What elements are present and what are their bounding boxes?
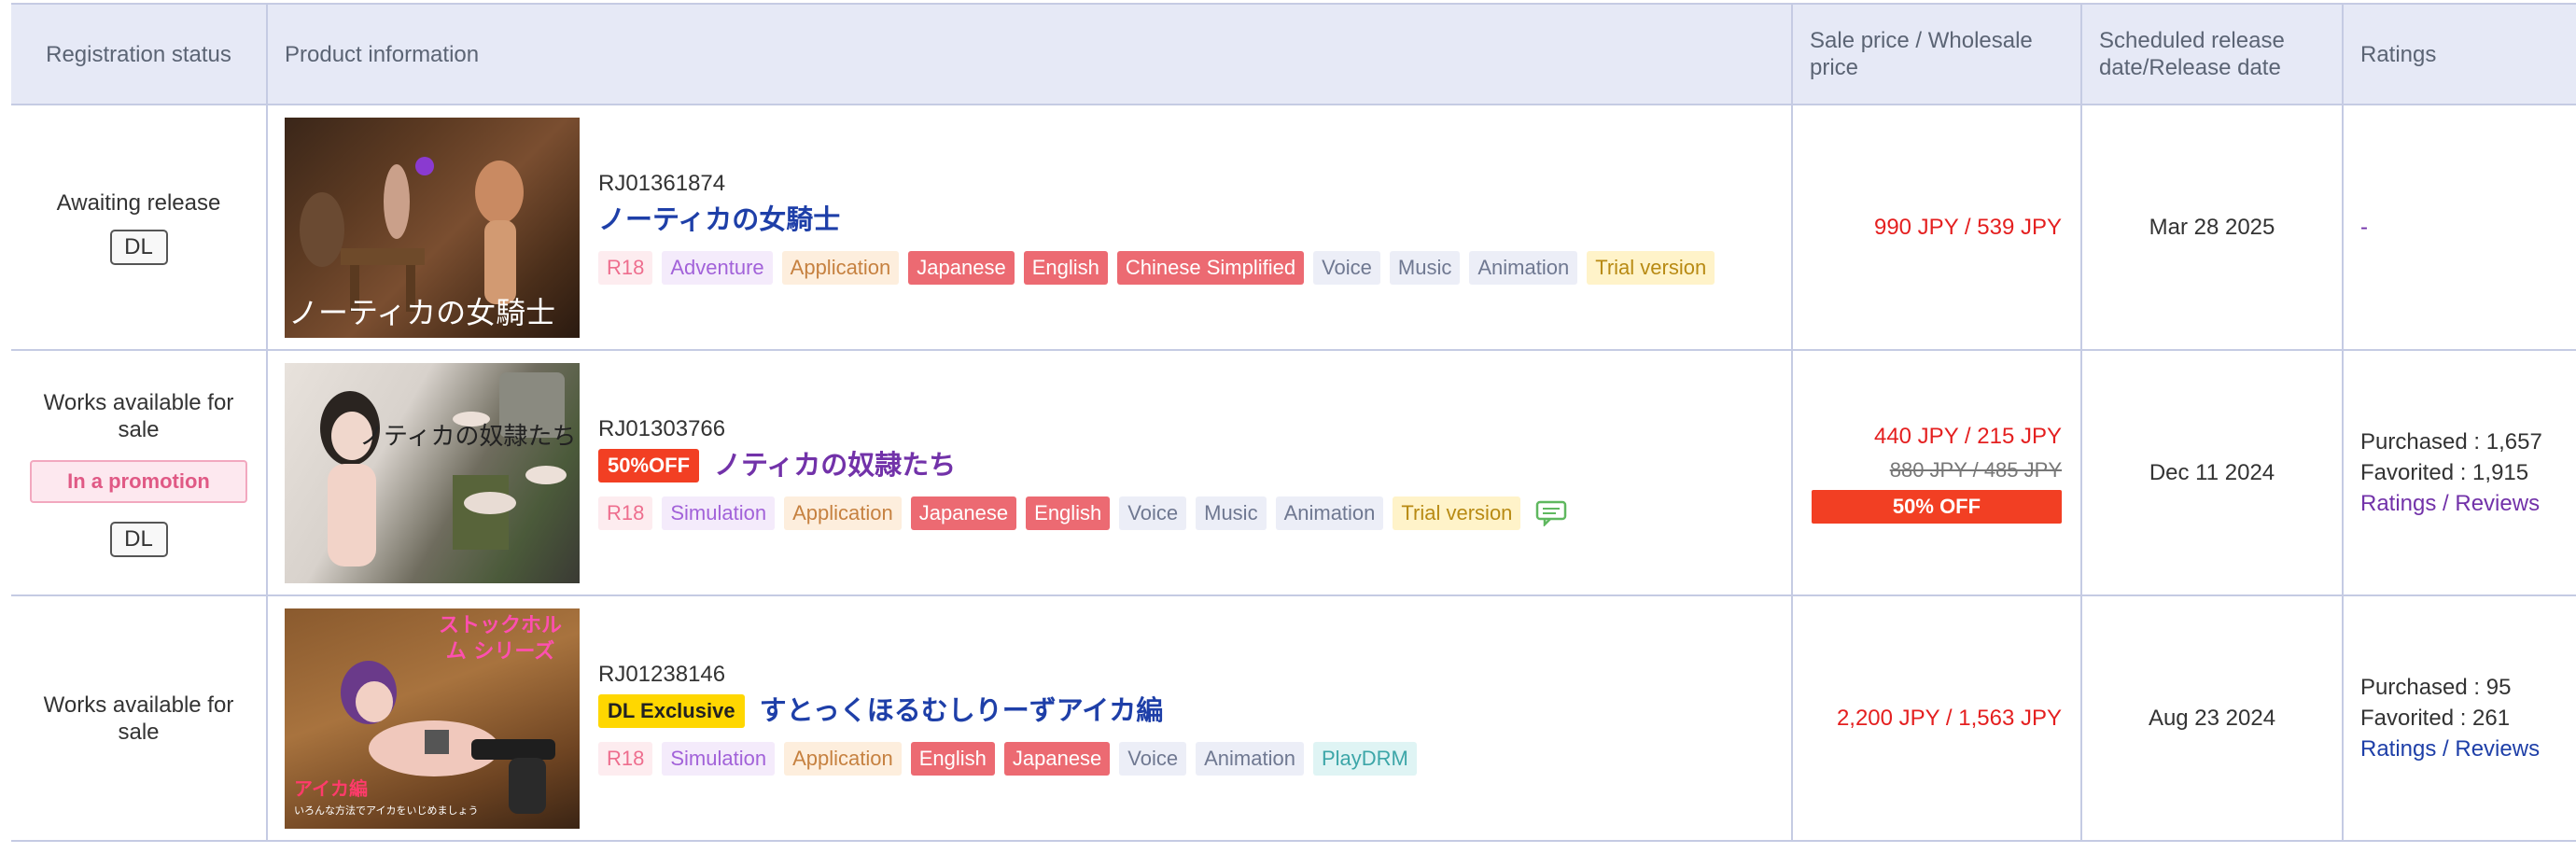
tag-genre[interactable]: Adventure [662, 250, 773, 285]
tag-language-japanese[interactable]: Japanese [1003, 741, 1111, 776]
table-row: Works available for sale ストックホルム シリーズ アイ… [11, 594, 2576, 842]
sale-price: 990 JPY / 539 JPY [1873, 214, 2062, 240]
col-header-ratings: Ratings [2342, 3, 2576, 105]
work-id: RJ01303766 [598, 415, 726, 441]
original-price: 880 JPY / 485 JPY [1889, 457, 2062, 482]
tag-application[interactable]: Application [784, 496, 902, 530]
price-cell: 990 JPY / 539 JPY [1791, 104, 2082, 351]
price-cell: 2,200 JPY / 1,563 JPY [1791, 594, 2082, 842]
thumbnail-subtitle-text: アイカ編 [294, 776, 368, 800]
tag-voice[interactable]: Voice [1119, 741, 1187, 776]
work-id: RJ01361874 [598, 170, 726, 196]
chat-icon[interactable] [1535, 500, 1567, 526]
tag-trial-version[interactable]: Trial version [1587, 250, 1715, 285]
header-row: Registration status Product information … [11, 3, 2576, 105]
col-header-date: Scheduled release date/Release date [2080, 3, 2344, 105]
table-row: Works available for sale In a promotion … [11, 349, 2576, 596]
tag-voice[interactable]: Voice [1313, 250, 1380, 285]
tag-voice[interactable]: Voice [1119, 496, 1187, 530]
tag-list: R18 Adventure Application Japanese Engli… [598, 250, 1724, 285]
tag-animation[interactable]: Animation [1469, 250, 1578, 285]
thumbnail-art [320, 371, 567, 566]
ratings-empty: - [2360, 214, 2368, 240]
product-title-link[interactable]: ノティカの奴隷たち [714, 448, 956, 483]
tag-language-japanese[interactable]: Japanese [910, 496, 1017, 530]
discount-badge: 50%OFF [598, 448, 700, 482]
status-text: Awaiting release [56, 190, 221, 216]
product-cell: ノーティカの女騎士 RJ01361874 ノーティカの女騎士 R18 Adven… [266, 104, 1793, 351]
tag-language-english[interactable]: English [1023, 250, 1108, 285]
tag-language-english[interactable]: English [1026, 496, 1111, 530]
product-title-link[interactable]: すとっくほるむしりーずアイカ編 [760, 693, 1164, 729]
tag-genre[interactable]: Simulation [662, 741, 776, 776]
release-date: Aug 23 2024 [2080, 594, 2344, 842]
tag-animation[interactable]: Animation [1275, 496, 1384, 530]
release-date: Dec 11 2024 [2080, 349, 2344, 596]
tag-genre[interactable]: Simulation [662, 496, 776, 530]
sale-price: 2,200 JPY / 1,563 JPY [1836, 705, 2062, 731]
favorited-count: Favorited : 1,915 [2360, 460, 2529, 485]
tag-language-english[interactable]: English [910, 741, 995, 776]
purchased-count: Purchased : 95 [2360, 675, 2512, 700]
tag-animation[interactable]: Animation [1196, 741, 1304, 776]
dl-badge: DL [109, 521, 168, 557]
release-date: Mar 28 2025 [2080, 104, 2344, 351]
ratings-reviews-link[interactable]: Ratings / Reviews [2360, 734, 2559, 764]
tag-language-japanese[interactable]: Japanese [908, 250, 1015, 285]
promotion-badge: In a promotion [30, 459, 247, 503]
product-thumbnail[interactable]: ストックホルム シリーズ アイカ編 いろんな方法でアイカをいじめましょう [285, 608, 580, 829]
tag-application[interactable]: Application [781, 250, 900, 285]
product-cell: ノティカの奴隷たち RJ01303766 50%OFF ノティカの奴隷たち R1… [266, 349, 1793, 596]
tag-r18[interactable]: R18 [598, 250, 653, 285]
status-cell: Works available for sale [11, 594, 268, 842]
tag-application[interactable]: Application [784, 741, 902, 776]
favorited-count: Favorited : 261 [2360, 706, 2511, 731]
purchased-count: Purchased : 1,657 [2360, 429, 2542, 454]
col-header-product: Product information [266, 3, 1793, 105]
thumbnail-title-text: ノーティカの女騎士 [288, 294, 556, 330]
col-header-price: Sale price / Wholesale price [1791, 3, 2082, 105]
ratings-reviews-link[interactable]: Ratings / Reviews [2360, 488, 2559, 519]
sale-price: 440 JPY / 215 JPY [1873, 423, 2062, 449]
status-cell: Awaiting release DL [11, 104, 268, 351]
product-thumbnail[interactable]: ノティカの奴隷たち [285, 362, 580, 583]
tag-list: R18 Simulation Application Japanese Engl… [598, 496, 1567, 530]
tag-r18[interactable]: R18 [598, 496, 653, 530]
product-cell: ストックホルム シリーズ アイカ編 いろんな方法でアイカをいじめましょう RJ0… [266, 594, 1793, 842]
work-id: RJ01238146 [598, 661, 726, 687]
thumbnail-caption-text: いろんな方法でアイカをいじめましょう [294, 804, 479, 817]
tag-language-chinese[interactable]: Chinese Simplified [1116, 250, 1305, 285]
works-table: Registration status Product information … [11, 3, 2576, 842]
product-thumbnail[interactable]: ノーティカの女騎士 [285, 117, 580, 338]
status-text: Works available for sale [43, 692, 234, 745]
tag-playdrm[interactable]: PlayDRM [1312, 741, 1417, 776]
exclusive-badge: DL Exclusive [598, 693, 745, 728]
col-header-status: Registration status [11, 3, 268, 105]
tag-r18[interactable]: R18 [598, 741, 653, 776]
tag-trial-version[interactable]: Trial version [1393, 496, 1521, 530]
tag-music[interactable]: Music [1196, 496, 1267, 530]
discount-bar: 50% OFF [1812, 489, 2062, 524]
table-row: Awaiting release DL ノーティカの女騎士 RJ01361874… [11, 104, 2576, 351]
status-cell: Works available for sale In a promotion … [11, 349, 268, 596]
ratings-cell: - [2342, 104, 2576, 351]
thumbnail-title-text: ストックホルム シリーズ [438, 612, 562, 664]
tag-list: R18 Simulation Application English Japan… [598, 741, 1426, 776]
tag-music[interactable]: Music [1389, 250, 1461, 285]
status-text: Works available for sale [43, 389, 234, 442]
ratings-cell: Purchased : 1,657 Favorited : 1,915 Rati… [2342, 349, 2576, 596]
dl-badge: DL [109, 230, 168, 265]
price-cell: 440 JPY / 215 JPY 880 JPY / 485 JPY 50% … [1791, 349, 2082, 596]
product-title-link[interactable]: ノーティカの女騎士 [598, 203, 840, 238]
ratings-cell: Purchased : 95 Favorited : 261 Ratings /… [2342, 594, 2576, 842]
thumbnail-title-text: ノティカの奴隷たち [359, 422, 577, 451]
